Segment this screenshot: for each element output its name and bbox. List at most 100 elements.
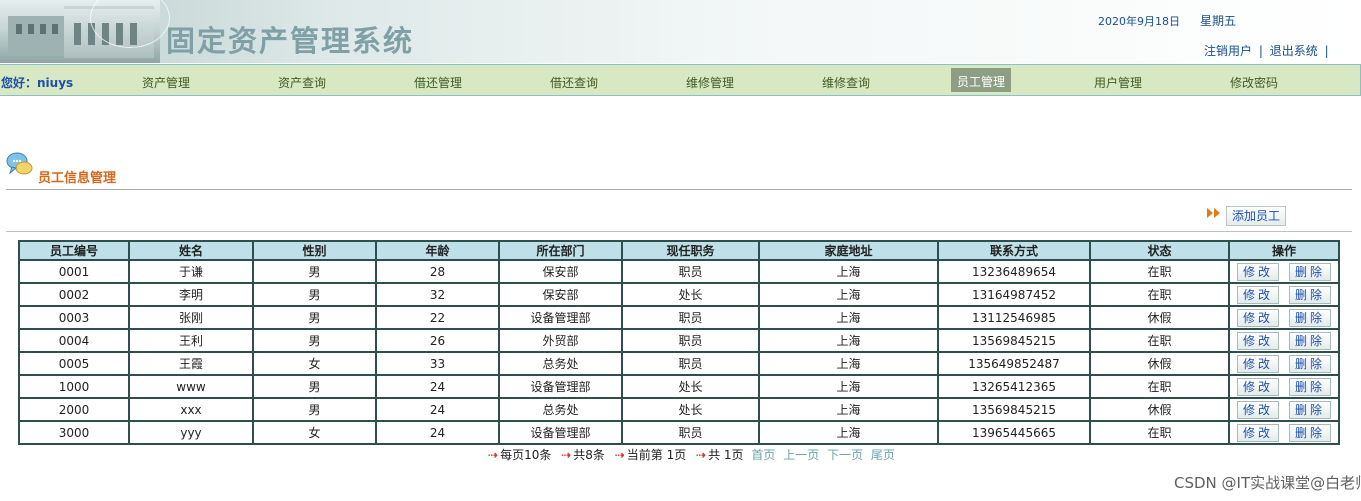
system-title: 固定资产管理系统 [166, 24, 415, 58]
edit-button[interactable]: 修改 [1237, 423, 1279, 442]
edit-button[interactable]: 修改 [1237, 377, 1279, 396]
table-cell: 总务处 [498, 397, 623, 422]
exit-system-link[interactable]: 退出系统 [1270, 44, 1318, 58]
table-cell: 设备管理部 [498, 420, 623, 445]
edit-button[interactable]: 修改 [1237, 308, 1279, 327]
edit-button[interactable]: 修改 [1237, 354, 1279, 373]
table-cell: 在职 [1089, 282, 1230, 307]
table-row: 2000 xxx 男 24 总务处 处长 上海 13569845215 休假 修改 删除 [18, 397, 1340, 422]
table-cell: 王利 [128, 328, 254, 353]
table-row: 0004 王利男 26 外贸部 职员 上海 13569845215 在职 修改 删除 [18, 328, 1340, 353]
chat-bubbles-icon [6, 152, 33, 175]
delete-button[interactable]: 删除 [1289, 331, 1331, 350]
nav-employee-management[interactable]: 员工管理 [951, 68, 1012, 92]
table-cell: 处长 [621, 397, 760, 422]
table-cell: 王霞 [128, 351, 254, 376]
actions-cell: 修改 删除 [1228, 351, 1340, 376]
arrow-icon: ⇢ [614, 448, 625, 462]
current-page-info: 当前第 1页 [626, 448, 687, 462]
table-cell: 0002 [18, 282, 130, 307]
table-cell: 33 [375, 351, 500, 376]
delete-button[interactable]: 删除 [1289, 400, 1331, 419]
table-cell: 13236489654 [937, 259, 1091, 284]
actions-cell: 修改 删除 [1228, 259, 1340, 284]
table-row: 0003 张刚男 22 设备管理部 职员 上海 13112546985 休假 修改 删除 [18, 305, 1340, 330]
nav-change-password[interactable]: 修改密码 [1230, 74, 1278, 91]
table-cell: 设备管理部 [498, 305, 623, 330]
column-header: 联系方式 [937, 240, 1091, 261]
delete-button[interactable]: 删除 [1289, 262, 1331, 281]
table-cell: 男 [252, 305, 377, 330]
nav-user-management[interactable]: 用户管理 [1094, 74, 1142, 91]
separator: | [1258, 44, 1263, 58]
table-cell: 上海 [758, 305, 939, 330]
delete-button[interactable]: 删除 [1289, 377, 1331, 396]
per-page-info: 每页10条 [500, 448, 552, 462]
nav-borrow-management[interactable]: 借还管理 [414, 74, 462, 91]
nav-asset-management[interactable]: 资产管理 [142, 74, 190, 91]
table-row: 0001 于谦男 28 保安部 职员 上海 13236489654 在职 修改 删除 [18, 259, 1340, 284]
actions-cell: 修改 删除 [1228, 374, 1340, 399]
table-cell: 在职 [1089, 420, 1230, 445]
nav-repair-management[interactable]: 维修管理 [686, 74, 734, 91]
current-date: 2020年9月18日 [1098, 15, 1180, 28]
arrow-icon: ⇢ [561, 448, 572, 462]
table-cell: 外贸部 [498, 328, 623, 353]
table-cell: 总务处 [498, 351, 623, 376]
edit-button[interactable]: 修改 [1237, 285, 1279, 304]
table-cell: 设备管理部 [498, 374, 623, 399]
table-cell: 3000 [18, 420, 130, 445]
table-cell: 0004 [18, 328, 130, 353]
delete-button[interactable]: 删除 [1289, 285, 1331, 304]
nav-asset-query[interactable]: 资产查询 [278, 74, 326, 91]
column-header: 所在部门 [498, 240, 623, 261]
table-cell: 2000 [18, 397, 130, 422]
first-page-link[interactable]: 首页 [751, 448, 775, 462]
next-page-link[interactable]: 下一页 [827, 448, 863, 462]
table-cell: 在职 [1089, 259, 1230, 284]
table-row: 1000 www 男 24 设备管理部 处长 上海 13265412365 在职 修改 删除 [18, 374, 1340, 399]
divider [6, 231, 1352, 232]
divider [6, 189, 1352, 190]
table-cell: 男 [252, 328, 377, 353]
table-cell: 上海 [758, 328, 939, 353]
column-header: 年龄 [375, 240, 500, 261]
edit-button[interactable]: 修改 [1237, 400, 1279, 419]
column-header: 性别 [252, 240, 377, 261]
current-weekday: 星期五 [1200, 14, 1237, 28]
double-arrow-icon [1207, 208, 1220, 218]
table-cell: 13569845215 [937, 397, 1091, 422]
table-cell: 男 [252, 259, 377, 284]
table-cell: 休假 [1089, 351, 1230, 376]
last-page-link[interactable]: 尾页 [871, 448, 895, 462]
actions-cell: 修改 删除 [1228, 397, 1340, 422]
nav-borrow-query[interactable]: 借还查询 [550, 74, 598, 91]
delete-button[interactable]: 删除 [1289, 308, 1331, 327]
table-cell: 13164987452 [937, 282, 1091, 307]
delete-button[interactable]: 删除 [1289, 354, 1331, 373]
page-count-info: 共 1页 [708, 448, 744, 462]
prev-page-link[interactable]: 上一页 [783, 448, 819, 462]
actions-cell: 修改 删除 [1228, 420, 1340, 445]
table-cell: 职员 [621, 351, 760, 376]
table-header-row: 员工编号 姓名 性别 年龄 所在部门 现任职务 家庭地址 联系方式 状态 操作 [18, 240, 1340, 261]
edit-button[interactable]: 修改 [1237, 331, 1279, 350]
table-cell: 上海 [758, 420, 939, 445]
table-cell: 女 [252, 351, 377, 376]
table-cell: 处长 [621, 282, 760, 307]
table-cell: 24 [375, 420, 500, 445]
table-cell: 职员 [621, 420, 760, 445]
arrow-icon: ⇢ [696, 448, 707, 462]
column-header: 现任职务 [621, 240, 760, 261]
table-cell: 于谦 [128, 259, 254, 284]
logout-user-link[interactable]: 注销用户 [1204, 44, 1252, 58]
pagination: ⇢ 每页10条 ⇢ 共8条 ⇢ 当前第 1页 ⇢ 共 1页 首页 上一页 下一页 尾页 [488, 446, 895, 463]
nav-repair-query[interactable]: 维修查询 [822, 74, 870, 91]
column-header: 状态 [1089, 240, 1230, 261]
add-employee-button[interactable]: 添加员工 [1226, 206, 1286, 226]
table-cell: 32 [375, 282, 500, 307]
table-cell: 保安部 [498, 259, 623, 284]
table-cell: www [128, 374, 254, 399]
edit-button[interactable]: 修改 [1237, 262, 1279, 281]
delete-button[interactable]: 删除 [1289, 423, 1331, 442]
